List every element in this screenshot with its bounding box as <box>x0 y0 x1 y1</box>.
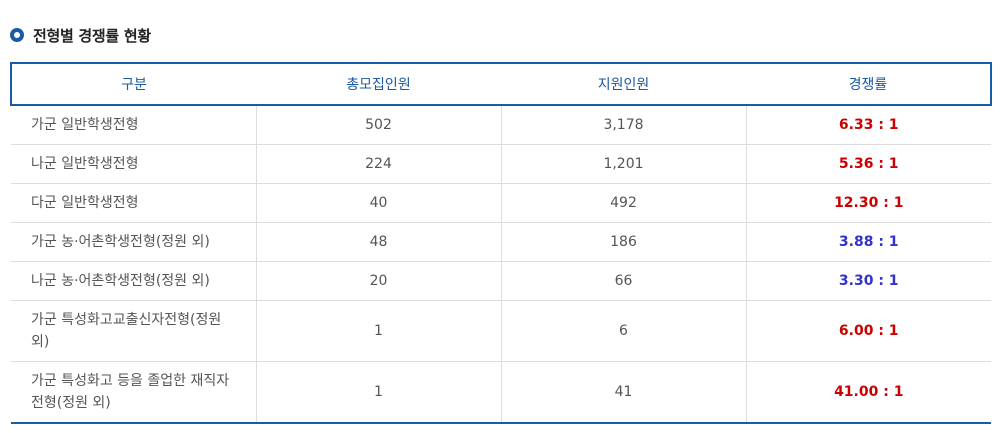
cell-quota: 20 <box>256 261 502 301</box>
cell-applicants: 6 <box>501 300 747 362</box>
cell-applicants: 1,201 <box>501 144 747 184</box>
table-header-row: 구분 총모집인원 지원인원 경쟁률 <box>10 62 992 106</box>
cell-applicants: 66 <box>501 261 747 301</box>
cell-ratio: 5.36 : 1 <box>746 144 991 184</box>
cell-quota: 502 <box>256 105 502 145</box>
table-body: 가군 일반학생전형 502 3,178 6.33 : 1 나군 일반학생전형 2… <box>11 105 991 424</box>
cell-category: 가군 농·어촌학생전형(정원 외) <box>11 222 257 262</box>
cell-ratio: 6.33 : 1 <box>746 105 991 145</box>
table-row: 가군 일반학생전형 502 3,178 6.33 : 1 <box>11 105 991 145</box>
cell-category: 나군 일반학생전형 <box>11 144 257 184</box>
cell-applicants: 3,178 <box>501 105 747 145</box>
header-quota: 총모집인원 <box>256 62 501 106</box>
cell-quota: 1 <box>256 300 502 362</box>
competition-table: 구분 총모집인원 지원인원 경쟁률 가군 일반학생전형 502 3,178 6.… <box>10 62 992 424</box>
competition-table-container: 구분 총모집인원 지원인원 경쟁률 가군 일반학생전형 502 3,178 6.… <box>10 62 992 424</box>
cell-applicants: 186 <box>501 222 747 262</box>
cell-category: 가군 특성화고교출신자전형(정원 외) <box>11 300 257 362</box>
table-header: 구분 총모집인원 지원인원 경쟁률 <box>10 62 992 106</box>
header-category: 구분 <box>10 62 256 106</box>
cell-quota: 48 <box>256 222 502 262</box>
section-title: 전형별 경쟁률 현황 <box>10 24 151 46</box>
cell-ratio: 41.00 : 1 <box>746 361 991 424</box>
cell-quota: 40 <box>256 183 502 223</box>
cell-applicants: 41 <box>501 361 747 424</box>
table-row: 가군 특성화고교출신자전형(정원 외) 1 6 6.00 : 1 <box>11 300 991 362</box>
header-applicants: 지원인원 <box>501 62 746 106</box>
cell-quota: 224 <box>256 144 502 184</box>
cell-ratio: 12.30 : 1 <box>746 183 991 223</box>
cell-ratio: 3.88 : 1 <box>746 222 991 262</box>
cell-category: 가군 특성화고 등을 졸업한 재직자전형(정원 외) <box>11 361 257 424</box>
cell-applicants: 492 <box>501 183 747 223</box>
radio-bullet-icon <box>10 28 24 42</box>
cell-category: 다군 일반학생전형 <box>11 183 257 223</box>
cell-ratio: 3.30 : 1 <box>746 261 991 301</box>
cell-category: 가군 일반학생전형 <box>11 105 257 145</box>
cell-ratio: 6.00 : 1 <box>746 300 991 362</box>
table-row: 나군 일반학생전형 224 1,201 5.36 : 1 <box>11 144 991 184</box>
cell-quota: 1 <box>256 361 502 424</box>
table-row: 나군 농·어촌학생전형(정원 외) 20 66 3.30 : 1 <box>11 261 991 301</box>
cell-category: 나군 농·어촌학생전형(정원 외) <box>11 261 257 301</box>
table-row: 다군 일반학생전형 40 492 12.30 : 1 <box>11 183 991 223</box>
table-row: 가군 농·어촌학생전형(정원 외) 48 186 3.88 : 1 <box>11 222 991 262</box>
section-title-text: 전형별 경쟁률 현황 <box>33 26 151 45</box>
table-row: 가군 특성화고 등을 졸업한 재직자전형(정원 외) 1 41 41.00 : … <box>11 361 991 424</box>
header-ratio: 경쟁률 <box>746 62 992 106</box>
